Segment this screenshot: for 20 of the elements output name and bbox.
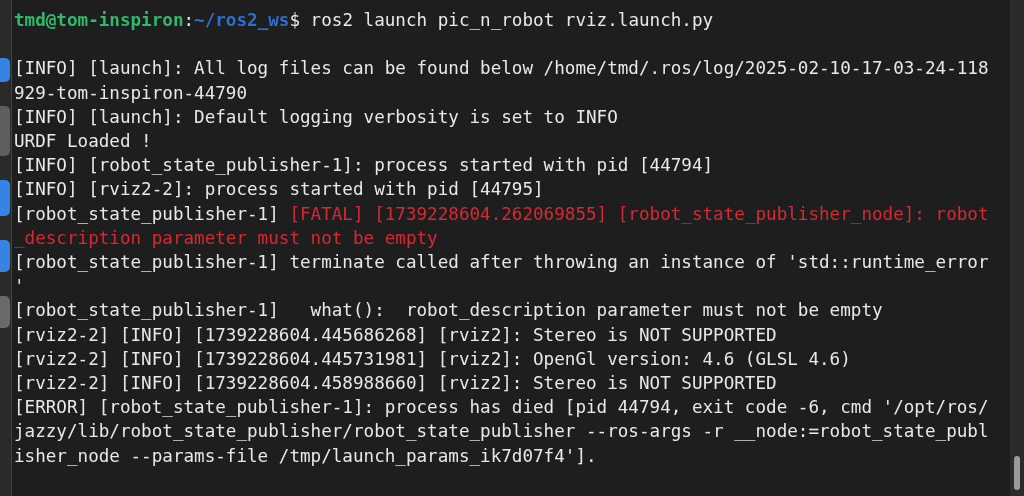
log-line: [INFO] [rviz2-2]: process started with pid [44795] [14, 178, 545, 202]
log-line: [INFO] [launch]: Default logging verbosity is set to INFO [14, 105, 619, 129]
log-line: [ERROR] [robot_state_publisher-1]: process has died [pid 44794, exit code -6, cmd '/opt/ros/ [14, 396, 990, 420]
log-line: [robot_state_publisher-1] [FATAL] [1739228604.262069855] [robot_state_publisher_node]: robot [14, 202, 990, 226]
log-line: [INFO] [launch]: All log files can be found below /home/tmd/.ros/log/2025-02-10-17-03-24-118 [14, 57, 990, 81]
log-line: _description parameter must not be empty [14, 226, 439, 250]
log-line: jazzy/lib/robot_state_publisher/robot_state_publisher --ros-args -r __node:=robot_state_publ [14, 420, 990, 444]
log-line: [rviz2-2] [INFO] [1739228604.445731981] [rviz2]: OpenGl version: 4.6 (GLSL 4.6) [14, 347, 852, 371]
log-line: ' [14, 275, 26, 299]
log-line: [robot_state_publisher-1] what(): robot_description parameter must not be empty [14, 299, 884, 323]
log-line: 929-tom-inspiron-44790 [14, 81, 249, 105]
log-line: [INFO] [robot_state_publisher-1]: process started with pid [44794] [14, 154, 715, 178]
log-line: [robot_state_publisher-1] terminate called after throwing an instance of 'std::runtime_error [14, 251, 990, 274]
scrollbar[interactable] [1010, 0, 1024, 496]
log-line: [rviz2-2] [INFO] [1739228604.445686268] [rviz2]: Stereo is NOT SUPPORTED [14, 323, 778, 347]
prompt-line: tmd@tom-inspiron:~/ros2_ws$ ros2 launch pic_n_robot rviz.launch.py [14, 9, 715, 32]
log-line: URDF Loaded ! [14, 130, 153, 153]
log-line: isher_node --params-file /tmp/launch_params_ik7d07f4']. [14, 444, 598, 468]
log-line: [rviz2-2] [INFO] [1739228604.458988660] [rviz2]: Stereo is NOT SUPPORTED [14, 372, 778, 396]
scrollbar-thumb[interactable] [1014, 456, 1020, 490]
